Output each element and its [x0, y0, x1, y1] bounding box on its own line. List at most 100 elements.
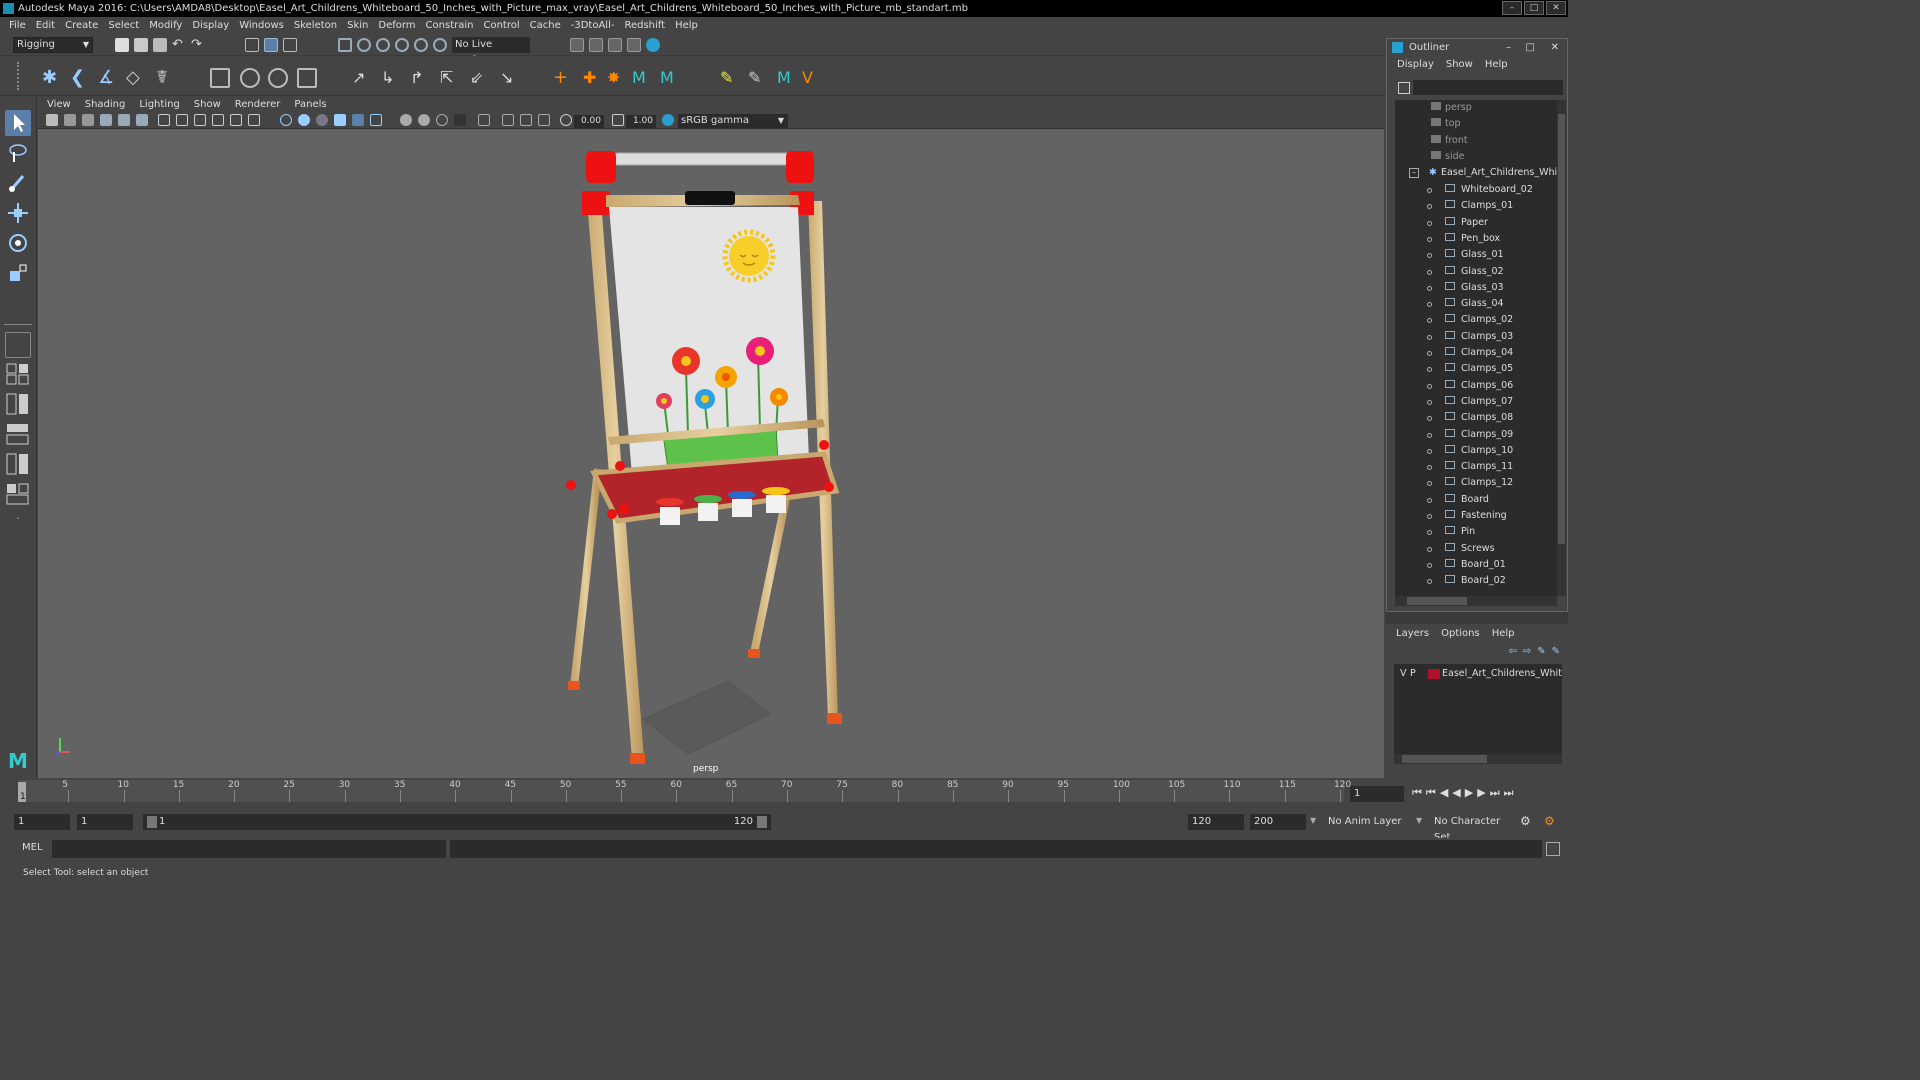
- gamma-field[interactable]: 1.00: [626, 115, 656, 128]
- selection-handle-icon[interactable]: ✚: [583, 68, 603, 88]
- cluster-icon[interactable]: [240, 68, 260, 88]
- outliner-item[interactable]: Clamps_12: [1445, 475, 1513, 491]
- 2d-pan-zoom-icon[interactable]: [100, 114, 112, 126]
- menu-edit[interactable]: Edit: [31, 20, 60, 31]
- outliner-camera-persp[interactable]: persp: [1431, 100, 1472, 116]
- outliner-vertical-scrollbar[interactable]: [1557, 100, 1566, 596]
- outliner-horizontal-scrollbar[interactable]: [1395, 596, 1557, 606]
- outliner-menu-show[interactable]: Show: [1440, 59, 1479, 70]
- step-back-key-icon[interactable]: ⏮: [1426, 786, 1436, 800]
- outliner-item[interactable]: Clamps_04: [1445, 345, 1513, 361]
- layer-color-swatch[interactable]: [1428, 669, 1440, 679]
- outliner-item[interactable]: Screws: [1445, 541, 1495, 557]
- view-transform-dropdown[interactable]: sRGB gamma ▼: [678, 114, 788, 128]
- scene-end-field[interactable]: 200: [1250, 814, 1306, 830]
- viewport-2-icon[interactable]: [502, 114, 514, 126]
- playback-start-field[interactable]: 1: [77, 814, 133, 830]
- move-tool-icon[interactable]: [5, 200, 31, 226]
- outliner-item[interactable]: Board_02: [1445, 573, 1506, 589]
- outliner-camera-top[interactable]: top: [1431, 116, 1461, 132]
- outliner-search-input[interactable]: [1413, 80, 1563, 95]
- resolution-gate-icon[interactable]: [176, 114, 188, 126]
- humanik-icon[interactable]: ☤: [156, 68, 176, 88]
- quick-rig-icon[interactable]: M: [777, 68, 797, 88]
- menu-cache[interactable]: Cache: [525, 20, 566, 31]
- wireframe-icon[interactable]: [280, 114, 292, 126]
- outliner-item[interactable]: Glass_03: [1445, 280, 1504, 296]
- textured-icon[interactable]: [334, 114, 346, 126]
- outliner-item[interactable]: Pin: [1445, 524, 1475, 540]
- lasso-tool-icon[interactable]: [5, 140, 31, 166]
- range-slider[interactable]: 1 120: [143, 814, 771, 830]
- select-tool-icon[interactable]: [5, 110, 31, 136]
- outliner-item[interactable]: Whiteboard_02: [1445, 182, 1533, 198]
- backface-culling-icon[interactable]: [436, 114, 448, 126]
- vp-menu-panels[interactable]: Panels: [287, 99, 333, 110]
- use-all-lights-icon[interactable]: [352, 114, 364, 126]
- menu-file[interactable]: File: [4, 20, 31, 31]
- layer-scrollbar[interactable]: [1394, 754, 1562, 764]
- outliner-maximize-button[interactable]: □: [1526, 39, 1535, 56]
- menu-display[interactable]: Display: [187, 20, 234, 31]
- paint-select-icon[interactable]: [5, 170, 31, 196]
- rotate-tool-icon[interactable]: [5, 230, 31, 256]
- orient-constraint-icon[interactable]: ↱: [410, 68, 430, 88]
- layer-visibility-toggle[interactable]: V: [1400, 666, 1407, 682]
- vp-menu-lighting[interactable]: Lighting: [132, 99, 186, 110]
- step-forward-frame-icon[interactable]: ▶: [1477, 786, 1485, 800]
- menu-skeleton[interactable]: Skeleton: [289, 20, 342, 31]
- new-scene-icon[interactable]: [115, 38, 129, 52]
- menu-constrain[interactable]: Constrain: [421, 20, 479, 31]
- outliner-item[interactable]: Board_01: [1445, 557, 1506, 573]
- outliner-group-easel[interactable]: – ✱ Easel_Art_Childrens_White: [1409, 165, 1557, 181]
- render-view-icon[interactable]: [570, 38, 584, 52]
- joint-tool-icon[interactable]: ✱: [42, 68, 62, 88]
- menu-help[interactable]: Help: [670, 20, 703, 31]
- xray-joints-icon[interactable]: [418, 114, 430, 126]
- close-button[interactable]: ✕: [1546, 1, 1566, 15]
- outliner-camera-front[interactable]: front: [1431, 133, 1468, 149]
- save-scene-icon[interactable]: [153, 38, 167, 52]
- go-to-end-icon[interactable]: ⏭: [1504, 786, 1514, 800]
- grease-pencil-icon[interactable]: [118, 114, 130, 126]
- single-view-icon[interactable]: [5, 332, 31, 358]
- menu-select[interactable]: Select: [103, 20, 144, 31]
- filter-icon[interactable]: [1398, 82, 1410, 94]
- outliner-item[interactable]: Glass_01: [1445, 247, 1504, 263]
- parent-constraint-icon[interactable]: ⇙: [470, 68, 490, 88]
- camera-bookmark-icon[interactable]: [64, 114, 76, 126]
- persp-outliner-layout-icon[interactable]: [5, 392, 31, 416]
- menu-3dtoall[interactable]: -3DtoAll-: [566, 20, 620, 31]
- outliner-item[interactable]: Board: [1445, 492, 1489, 508]
- exposure-icon[interactable]: [560, 114, 572, 126]
- menu-modify[interactable]: Modify: [144, 20, 187, 31]
- go-to-start-icon[interactable]: ⏮: [1412, 786, 1422, 800]
- skin-weights-icon[interactable]: ✎: [748, 68, 768, 88]
- field-chart-icon[interactable]: [212, 114, 224, 126]
- grid-toggle-icon[interactable]: [136, 114, 148, 126]
- snap-grid-icon[interactable]: [338, 38, 352, 52]
- outliner-menu-help[interactable]: Help: [1479, 59, 1514, 70]
- aim-constraint-icon[interactable]: ↳: [381, 68, 401, 88]
- scene-render[interactable]: [38, 129, 1384, 778]
- blendshape-icon[interactable]: [297, 68, 317, 88]
- auto-key-icon[interactable]: ⚙: [1520, 814, 1531, 828]
- hypershade-icon[interactable]: [646, 38, 660, 52]
- anim-layer-dropdown[interactable]: No Anim Layer: [1324, 814, 1422, 830]
- four-view-layout-icon[interactable]: [5, 362, 31, 386]
- outliner-item[interactable]: Glass_02: [1445, 264, 1504, 280]
- vp-menu-view[interactable]: View: [40, 99, 78, 110]
- camera-attributes-icon[interactable]: [46, 114, 58, 126]
- snap-surface-icon[interactable]: [414, 38, 428, 52]
- character-set-icon[interactable]: M: [660, 68, 680, 88]
- vp-menu-renderer[interactable]: Renderer: [228, 99, 288, 110]
- step-back-frame-icon[interactable]: ◀: [1440, 786, 1448, 800]
- outliner-close-button[interactable]: ✕: [1551, 39, 1559, 56]
- layer-menu-help[interactable]: Help: [1486, 628, 1521, 639]
- film-gate-icon[interactable]: [158, 114, 170, 126]
- redo-icon[interactable]: ↷: [191, 38, 205, 52]
- select-hierarchy-icon[interactable]: [245, 38, 259, 52]
- outliner-item[interactable]: Clamps_08: [1445, 410, 1513, 426]
- minimize-button[interactable]: –: [1502, 1, 1522, 15]
- xray-icon[interactable]: [400, 114, 412, 126]
